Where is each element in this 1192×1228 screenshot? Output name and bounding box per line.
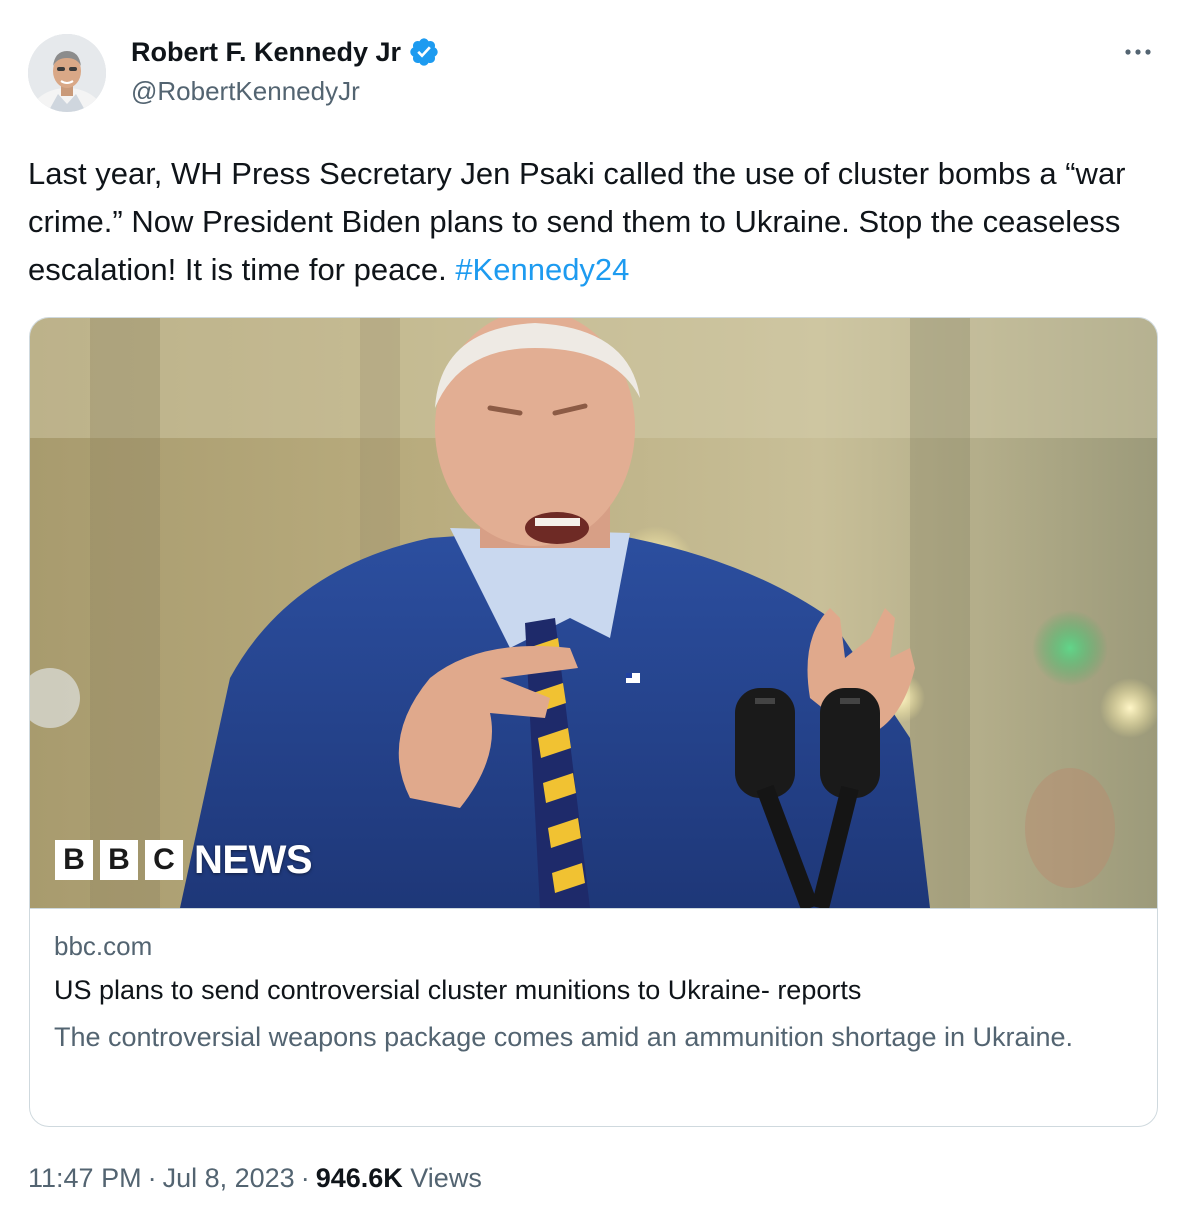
hashtag-link[interactable]: #Kennedy24 bbox=[455, 252, 629, 287]
link-title: US plans to send controversial cluster m… bbox=[54, 975, 862, 1005]
meta-separator: · bbox=[147, 1163, 157, 1193]
link-preview-image[interactable]: B B C NEWS bbox=[30, 318, 1157, 908]
bbc-logo-letter: B bbox=[55, 840, 93, 880]
link-domain: bbc.com bbox=[54, 931, 153, 961]
author-handle[interactable]: @RobertKennedyJr bbox=[131, 76, 360, 107]
views-label: Views bbox=[410, 1163, 482, 1193]
link-preview-card[interactable]: B B C NEWS bbc.com US plans to send cont… bbox=[29, 317, 1158, 1127]
bbc-logo-letter: B bbox=[100, 840, 138, 880]
tweet-date[interactable]: Jul 8, 2023 bbox=[163, 1163, 295, 1193]
tweet-meta: 11:47 PM · Jul 8, 2023 · 946.6K Views bbox=[28, 1163, 482, 1194]
bbc-logo-wordmark: NEWS bbox=[194, 838, 313, 882]
meta-separator: · bbox=[300, 1163, 310, 1193]
profile-photo-icon bbox=[28, 34, 106, 112]
link-description: The controversial weapons package comes … bbox=[54, 1022, 1074, 1052]
bbc-logo-letter: C bbox=[145, 840, 183, 880]
bbc-news-logo: B B C NEWS bbox=[55, 838, 313, 882]
tweet: Robert F. Kennedy Jr @RobertKennedyJr La… bbox=[0, 0, 1192, 1228]
author-display-name[interactable]: Robert F. Kennedy Jr bbox=[131, 37, 401, 68]
avatar[interactable] bbox=[28, 34, 106, 112]
tweet-time[interactable]: 11:47 PM bbox=[28, 1163, 142, 1193]
more-options-icon[interactable] bbox=[1118, 34, 1158, 70]
tweet-text: Last year, WH Press Secretary Jen Psaki … bbox=[28, 150, 1168, 294]
views-count: 946.6K bbox=[315, 1163, 403, 1193]
news-photo-icon bbox=[30, 318, 1157, 908]
verified-badge-icon[interactable] bbox=[408, 36, 440, 68]
link-preview-info[interactable]: bbc.com US plans to send controversial c… bbox=[30, 908, 1157, 1126]
author-name-row: Robert F. Kennedy Jr bbox=[131, 36, 440, 68]
